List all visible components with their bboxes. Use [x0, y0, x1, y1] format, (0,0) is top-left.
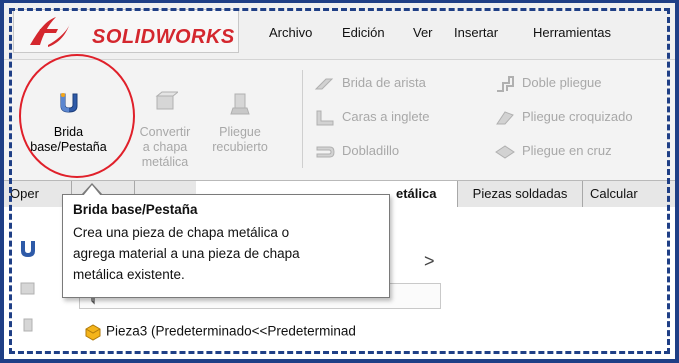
solidworks-logo: SOLIDWORKS: [13, 9, 239, 53]
menu-edicion[interactable]: Edición: [342, 25, 385, 40]
menu-herramientas[interactable]: Herramientas: [533, 25, 611, 40]
ribbon-separator: [302, 70, 303, 168]
convert-label-3: metálica: [141, 155, 189, 169]
edge-flange-icon: [314, 78, 334, 90]
cross-break-button[interactable]: Pliegue en cruz: [494, 140, 612, 162]
jog-icon: [497, 75, 514, 92]
sketched-bend-icon: [496, 110, 514, 125]
sketched-bend-label: Pliegue croquizado: [522, 109, 633, 124]
convert-label-1: Convertir: [139, 125, 191, 139]
tooltip-line-1: Crea una pieza de chapa metálica o: [73, 225, 290, 240]
convert-sheet-metal-button[interactable]: Convertir a chapa metálica: [130, 90, 200, 170]
lofted-bend-icon: [230, 93, 250, 115]
convert-sheet-metal-icon[interactable]: [17, 277, 39, 299]
edge-flange-button[interactable]: Brida de arista: [314, 72, 426, 94]
lofted-bend-label-2: recubierto: [212, 140, 268, 154]
cross-break-icon: [495, 144, 515, 159]
miter-flange-button[interactable]: Caras a inglete: [314, 106, 429, 128]
part-tree-item[interactable]: Pieza3 (Predeterminado<<Predeterminad: [84, 323, 356, 341]
expand-arrow-icon[interactable]: >: [424, 251, 435, 272]
sketched-bend-button[interactable]: Pliegue croquizado: [494, 106, 633, 128]
tooltip-line-2: agrega material a una pieza de chapa: [73, 246, 300, 261]
tab-calcular[interactable]: Calcular: [582, 181, 675, 207]
lofted-bend-label-1: Pliegue: [219, 125, 261, 139]
feature-manager-side-icons: [7, 210, 47, 350]
base-flange-icon[interactable]: [17, 238, 39, 260]
jog-label: Doble pliegue: [522, 75, 602, 90]
hem-button[interactable]: Dobladillo: [314, 140, 399, 162]
hem-label: Dobladillo: [342, 143, 400, 158]
tooltip-line-3: metálica existente.: [73, 267, 185, 282]
menu-archivo[interactable]: Archivo: [269, 25, 312, 40]
hem-icon: [316, 146, 335, 158]
menu-bar: SOLIDWORKS Archivo Edición Ver Insertar …: [4, 3, 675, 59]
part-label: Pieza3 (Predeterminado<<Predeterminad: [106, 323, 356, 339]
menu-insertar[interactable]: Insertar: [454, 25, 498, 40]
lofted-bend-icon[interactable]: [17, 316, 39, 338]
edge-flange-label: Brida de arista: [342, 75, 426, 90]
tooltip: Brida base/Pestaña Crea una pieza de cha…: [62, 194, 390, 298]
lofted-bend-button[interactable]: Pliegue recubierto: [205, 90, 275, 155]
convert-label-2: a chapa: [142, 140, 188, 154]
tooltip-title: Brida base/Pestaña: [73, 202, 198, 217]
highlight-circle: [19, 54, 135, 178]
solidworks-window: SOLIDWORKS Archivo Edición Ver Insertar …: [4, 3, 675, 359]
miter-flange-label: Caras a inglete: [342, 109, 430, 124]
part-icon: [85, 324, 101, 341]
miter-flange-icon: [316, 110, 334, 126]
ds-logo-icon: [30, 17, 70, 47]
brand-name: SOLIDWORKS: [92, 26, 235, 48]
cross-break-label: Pliegue en cruz: [522, 143, 612, 158]
menu-ver[interactable]: Ver: [413, 25, 433, 40]
jog-button[interactable]: Doble pliegue: [494, 72, 602, 94]
convert-sheet-metal-icon: [155, 91, 180, 110]
tab-piezas-soldadas[interactable]: Piezas soldadas: [458, 181, 583, 207]
tooltip-pointer-inner: [83, 185, 101, 196]
